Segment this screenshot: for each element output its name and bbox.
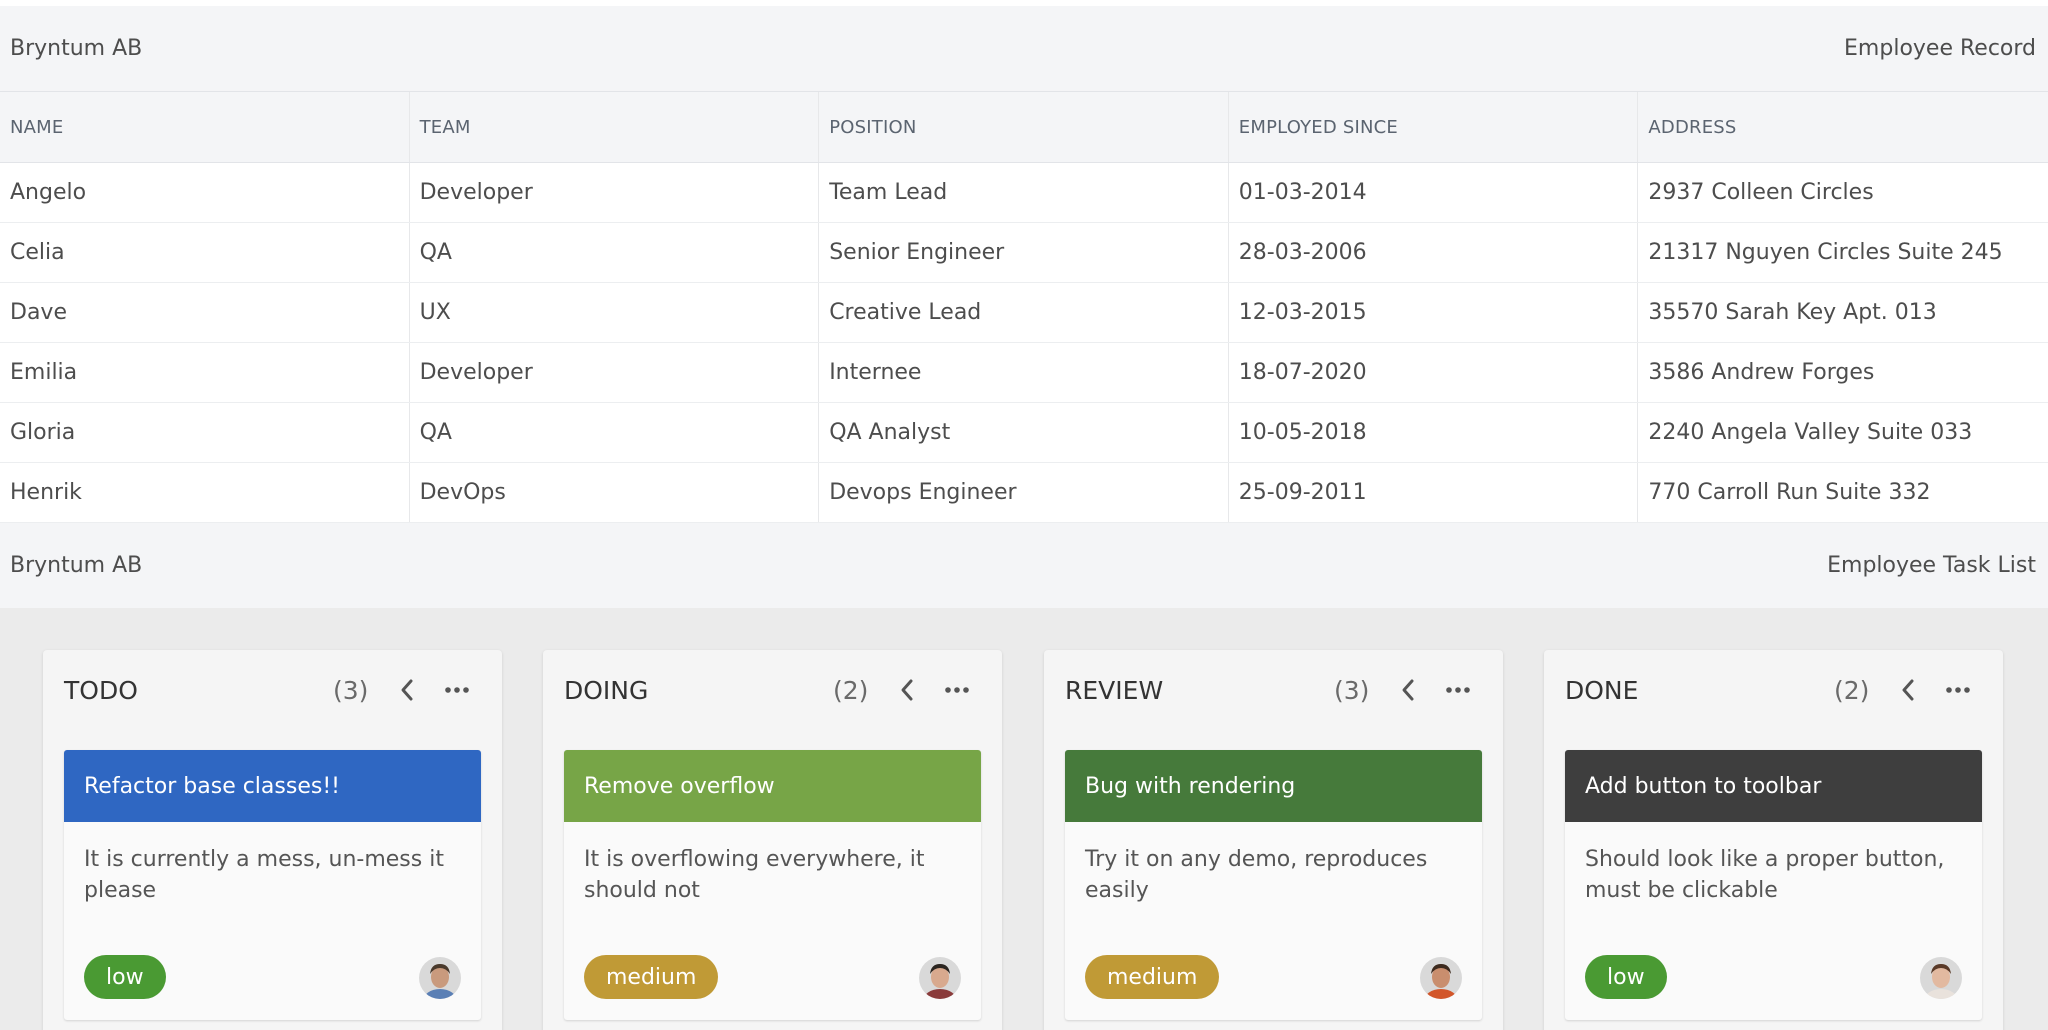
table-cell[interactable]: Internee: [819, 343, 1229, 402]
table-cell[interactable]: Henrik: [0, 463, 410, 522]
priority-tag: low: [1585, 955, 1667, 999]
table-row[interactable]: Celia QA Senior Engineer 28-03-2006 21317 Ng…: [0, 223, 2048, 283]
column-title: REVIEW: [1065, 676, 1164, 705]
table-cell[interactable]: 2937 Colleen Circles: [1638, 163, 2048, 222]
column-header: REVIEW (3): [1044, 650, 1503, 728]
table-cell[interactable]: Celia: [0, 223, 410, 282]
card-description: It is overflowing everywhere, it should …: [584, 847, 925, 903]
card-description: Should look like a proper button, must b…: [1585, 847, 1945, 903]
column-title: DONE: [1565, 676, 1639, 705]
avatar[interactable]: [1920, 957, 1962, 999]
table-row[interactable]: Dave UX Creative Lead 12-03-2015 35570 Sarah…: [0, 283, 2048, 343]
table-cell[interactable]: 18-07-2020: [1229, 343, 1639, 402]
chevron-left-icon[interactable]: [895, 676, 919, 704]
ellipsis-icon[interactable]: [443, 676, 471, 704]
table-cell[interactable]: QA: [410, 223, 820, 282]
ellipsis-icon[interactable]: [943, 676, 971, 704]
table-cell[interactable]: QA Analyst: [819, 403, 1229, 462]
column-header: DONE (2): [1544, 650, 2003, 728]
avatar[interactable]: [1420, 957, 1462, 999]
table-cell[interactable]: 01-03-2014: [1229, 163, 1639, 222]
table-cell[interactable]: Creative Lead: [819, 283, 1229, 342]
employee-grid: NAME TEAM POSITION EMPLOYED SINCE ADDRES…: [0, 91, 2048, 523]
table-cell[interactable]: 28-03-2006: [1229, 223, 1639, 282]
card-footer: low: [1585, 955, 1962, 999]
table-cell[interactable]: Emilia: [0, 343, 410, 402]
card-description: It is currently a mess, un-mess it pleas…: [84, 847, 444, 903]
column-header: DOING (2): [543, 650, 1002, 728]
card-footer: low: [84, 955, 461, 999]
card-title: Bug with rendering: [1065, 750, 1482, 822]
column-header-employed-since[interactable]: EMPLOYED SINCE: [1229, 92, 1639, 162]
column-header: TODO (3): [43, 650, 502, 728]
table-row[interactable]: Angelo Developer Team Lead 01-03-2014 2937 C…: [0, 163, 2048, 223]
board-column-todo: TODO (3) Refactor base classes!! It is curr…: [43, 650, 502, 1030]
column-header-address[interactable]: ADDRESS: [1638, 92, 2048, 162]
table-cell[interactable]: 10-05-2018: [1229, 403, 1639, 462]
card-description: Try it on any demo, reproduces easily: [1085, 847, 1428, 903]
priority-tag: medium: [584, 955, 719, 999]
chevron-left-icon[interactable]: [1396, 676, 1420, 704]
table-cell[interactable]: Developer: [410, 343, 820, 402]
task-panel-header: Bryntum AB Employee Task List: [0, 523, 2048, 608]
task-board: TODO (3) Refactor base classes!! It is curr…: [0, 608, 2048, 1030]
column-header-team[interactable]: TEAM: [410, 92, 820, 162]
task-card[interactable]: Add button to toolbar Should look like a …: [1565, 750, 1982, 1020]
column-count: (2): [1834, 676, 1870, 705]
column-count: (3): [1334, 676, 1370, 705]
avatar[interactable]: [919, 957, 961, 999]
table-cell[interactable]: Gloria: [0, 403, 410, 462]
column-count: (2): [833, 676, 869, 705]
grid-header-row: NAME TEAM POSITION EMPLOYED SINCE ADDRES…: [0, 91, 2048, 163]
table-cell[interactable]: 12-03-2015: [1229, 283, 1639, 342]
task-card[interactable]: Refactor base classes!! It is currently a…: [64, 750, 481, 1020]
column-header-name[interactable]: NAME: [0, 92, 410, 162]
grid-body: Angelo Developer Team Lead 01-03-2014 2937 C…: [0, 163, 2048, 523]
table-cell[interactable]: Devops Engineer: [819, 463, 1229, 522]
priority-tag: medium: [1085, 955, 1220, 999]
record-panel-header: Bryntum AB Employee Record: [0, 6, 2048, 91]
table-row[interactable]: Emilia Developer Internee 18-07-2020 3586 An…: [0, 343, 2048, 403]
table-cell[interactable]: 21317 Nguyen Circles Suite 245: [1638, 223, 2048, 282]
table-cell[interactable]: UX: [410, 283, 820, 342]
card-footer: medium: [1085, 955, 1462, 999]
ellipsis-icon[interactable]: [1944, 676, 1972, 704]
task-card[interactable]: Remove overflow It is overflowing everywh…: [564, 750, 981, 1020]
column-header-position[interactable]: POSITION: [819, 92, 1229, 162]
table-row[interactable]: Henrik DevOps Devops Engineer 25-09-2011 770…: [0, 463, 2048, 523]
column-count: (3): [333, 676, 369, 705]
table-cell[interactable]: DevOps: [410, 463, 820, 522]
priority-tag: low: [84, 955, 166, 999]
task-card[interactable]: Bug with rendering Try it on any demo, re…: [1065, 750, 1482, 1020]
board-column-doing: DOING (2) Remove overflow It is overflowing…: [543, 650, 1002, 1030]
card-title: Add button to toolbar: [1565, 750, 1982, 822]
table-cell[interactable]: Team Lead: [819, 163, 1229, 222]
table-cell[interactable]: Developer: [410, 163, 820, 222]
card-title: Refactor base classes!!: [64, 750, 481, 822]
column-title: TODO: [64, 676, 138, 705]
record-panel-title: Employee Record: [1844, 36, 2036, 61]
chevron-left-icon[interactable]: [1896, 676, 1920, 704]
table-cell[interactable]: 35570 Sarah Key Apt. 013: [1638, 283, 2048, 342]
table-cell[interactable]: Dave: [0, 283, 410, 342]
table-cell[interactable]: 3586 Andrew Forges: [1638, 343, 2048, 402]
table-cell[interactable]: 25-09-2011: [1229, 463, 1639, 522]
ellipsis-icon[interactable]: [1444, 676, 1472, 704]
task-company-name: Bryntum AB: [10, 553, 143, 578]
table-cell[interactable]: 770 Carroll Run Suite 332: [1638, 463, 2048, 522]
board-column-review: REVIEW (3) Bug with rendering Try it on any…: [1044, 650, 1503, 1030]
board-column-done: DONE (2) Add button to toolbar Should look …: [1544, 650, 2003, 1030]
table-cell[interactable]: QA: [410, 403, 820, 462]
avatar[interactable]: [419, 957, 461, 999]
card-title: Remove overflow: [564, 750, 981, 822]
task-panel-title: Employee Task List: [1827, 553, 2036, 578]
table-cell[interactable]: Senior Engineer: [819, 223, 1229, 282]
column-title: DOING: [564, 676, 649, 705]
record-company-name: Bryntum AB: [10, 36, 143, 61]
table-cell[interactable]: Angelo: [0, 163, 410, 222]
table-row[interactable]: Gloria QA QA Analyst 10-05-2018 2240 Angela …: [0, 403, 2048, 463]
chevron-left-icon[interactable]: [395, 676, 419, 704]
table-cell[interactable]: 2240 Angela Valley Suite 033: [1638, 403, 2048, 462]
card-footer: medium: [584, 955, 961, 999]
